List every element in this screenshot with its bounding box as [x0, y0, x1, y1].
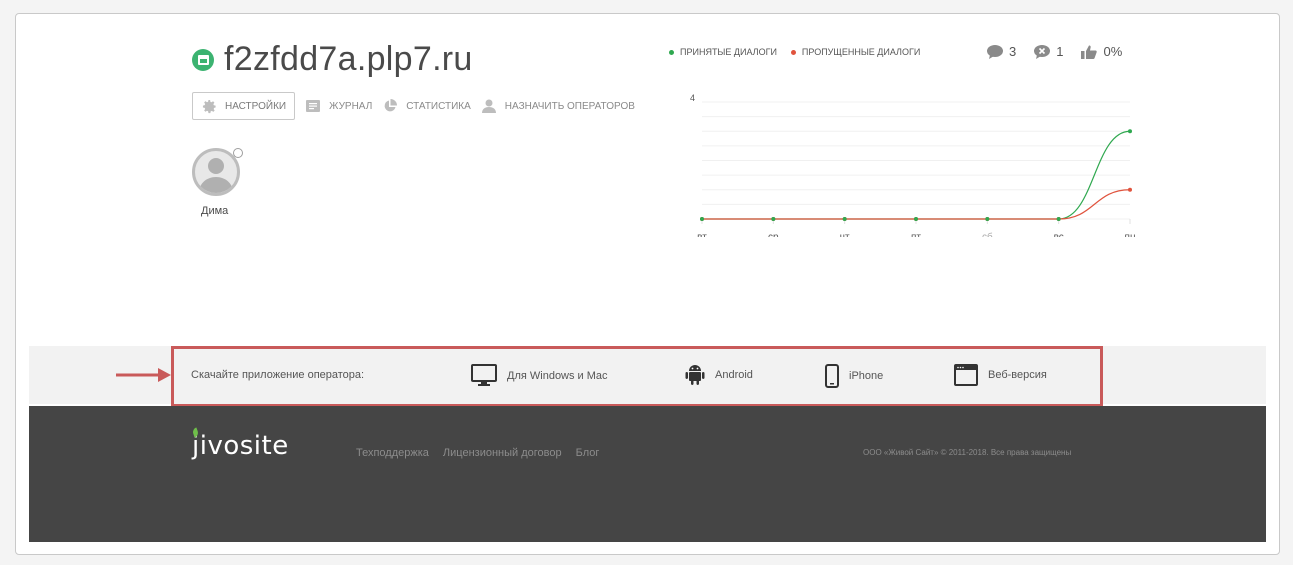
x-tick-label: пт [911, 232, 921, 237]
data-point [985, 217, 990, 221]
site-name: f2zfdd7a.plp7.ru [224, 40, 473, 78]
tab-statistics[interactable]: СТАТИСТИКА [382, 92, 471, 120]
footer-link-license[interactable]: Лицензионный договор [443, 447, 562, 459]
x-tick-label: вс [1054, 232, 1064, 237]
main-frame: f2zfdd7a.plp7.ru НАСТРОЙКИ ЖУРНАЛ СТАТИС… [15, 13, 1280, 555]
data-point [700, 217, 704, 221]
download-highlight-box [171, 346, 1103, 407]
legend-missed: ПРОПУЩЕННЫЕ ДИАЛОГИ [790, 47, 920, 57]
user-icon [481, 98, 497, 114]
legend-accepted: ПРИНЯТЫЕ ДИАЛОГИ [669, 47, 777, 57]
tab-settings[interactable]: НАСТРОЙКИ [192, 92, 296, 120]
footer-link-blog[interactable]: Блог [576, 447, 600, 459]
status-indicator [233, 148, 243, 158]
tab-journal[interactable]: ЖУРНАЛ [305, 92, 372, 120]
chat-bubble-icon [987, 44, 1003, 59]
data-point [842, 217, 847, 221]
window-icon [192, 48, 214, 71]
dialogs-chart: 4 вт ср чт пт сб вс пн [690, 93, 1136, 237]
footer [29, 406, 1266, 542]
arrow-right-icon [116, 368, 171, 382]
x-tick-label: вт [697, 232, 707, 237]
data-point [1056, 217, 1061, 221]
site-nav: НАСТРОЙКИ ЖУРНАЛ СТАТИСТИКА НАЗНАЧИТЬ ОП… [192, 92, 645, 120]
operator-card[interactable]: Дима [192, 148, 252, 217]
gear-icon [201, 98, 217, 114]
copyright: ООО «Живой Сайт» © 2011-2018. Все права … [863, 448, 1072, 457]
jivosite-logo[interactable]: jivosite [191, 427, 289, 461]
tab-settings-label: НАСТРОЙКИ [225, 100, 287, 112]
site-title: f2zfdd7a.plp7.ru [192, 40, 473, 79]
user-silhouette-icon [199, 158, 233, 193]
thumbs-up-icon [1081, 45, 1098, 59]
data-point [914, 217, 918, 221]
x-tick-label: ср [768, 232, 779, 237]
pie-chart-icon [382, 98, 398, 114]
data-point [1128, 187, 1132, 192]
tab-assign-operators[interactable]: НАЗНАЧИТЬ ОПЕРАТОРОВ [481, 92, 635, 120]
y-tick-label: 4 [690, 93, 695, 103]
data-point [771, 217, 776, 221]
x-tick-label: сб [982, 231, 993, 237]
stat-chats: 3 [987, 44, 1016, 59]
stat-missed: 1 [1034, 44, 1063, 59]
stat-rating: 0% [1081, 44, 1122, 59]
journal-icon [305, 98, 321, 114]
x-tick-label: пн [1125, 232, 1136, 237]
data-point [1128, 129, 1132, 134]
footer-links: Техподдержка Лицензионный договор Блог [356, 447, 599, 459]
operator-name: Дима [201, 205, 229, 217]
missed-chat-icon [1034, 44, 1051, 59]
chart-legend: ПРИНЯТЫЕ ДИАЛОГИ ПРОПУЩЕННЫЕ ДИАЛОГИ [669, 47, 920, 57]
chat-stats: 3 1 0% [987, 44, 1122, 59]
tab-assign-operators-label: НАЗНАЧИТЬ ОПЕРАТОРОВ [504, 100, 635, 112]
tab-statistics-label: СТАТИСТИКА [406, 100, 471, 112]
footer-link-support[interactable]: Техподдержка [356, 447, 429, 459]
x-tick-label: чт [840, 232, 850, 237]
tab-journal-label: ЖУРНАЛ [329, 100, 373, 112]
page-content: f2zfdd7a.plp7.ru НАСТРОЙКИ ЖУРНАЛ СТАТИС… [29, 14, 1266, 554]
